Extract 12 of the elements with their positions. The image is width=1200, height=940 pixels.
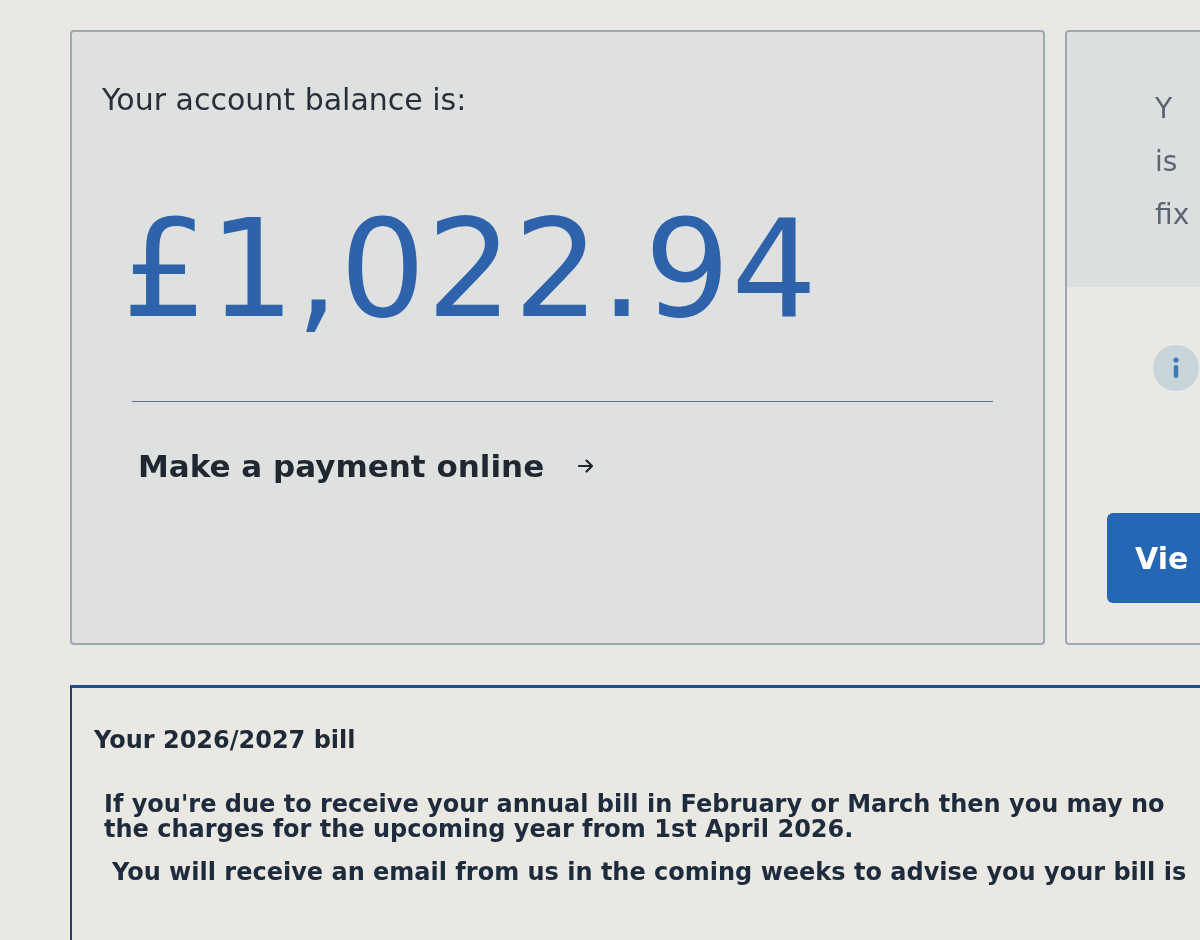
side-card-text: is (1155, 146, 1178, 178)
info-icon (1153, 345, 1199, 391)
payment-link[interactable]: Make a payment online (138, 448, 595, 484)
arrow-right-icon (578, 459, 595, 473)
side-card-text: fix (1155, 199, 1190, 231)
view-button[interactable]: Vie (1107, 513, 1200, 603)
balance-label: Your account balance is: (102, 82, 467, 118)
bill-notice-title: Your 2026/2027 bill (94, 726, 356, 754)
side-card-text: Y (1155, 94, 1173, 125)
bill-notice-text: You will receive an email from us in the coming weeks to advise you your bill is (112, 860, 1187, 886)
balance-amount: £1,022.94 (122, 202, 819, 337)
bill-notice-text: If you're due to receive your annual bill in February or March then you may no the charges for the upcoming year from 1st April 2026. (104, 792, 1165, 843)
